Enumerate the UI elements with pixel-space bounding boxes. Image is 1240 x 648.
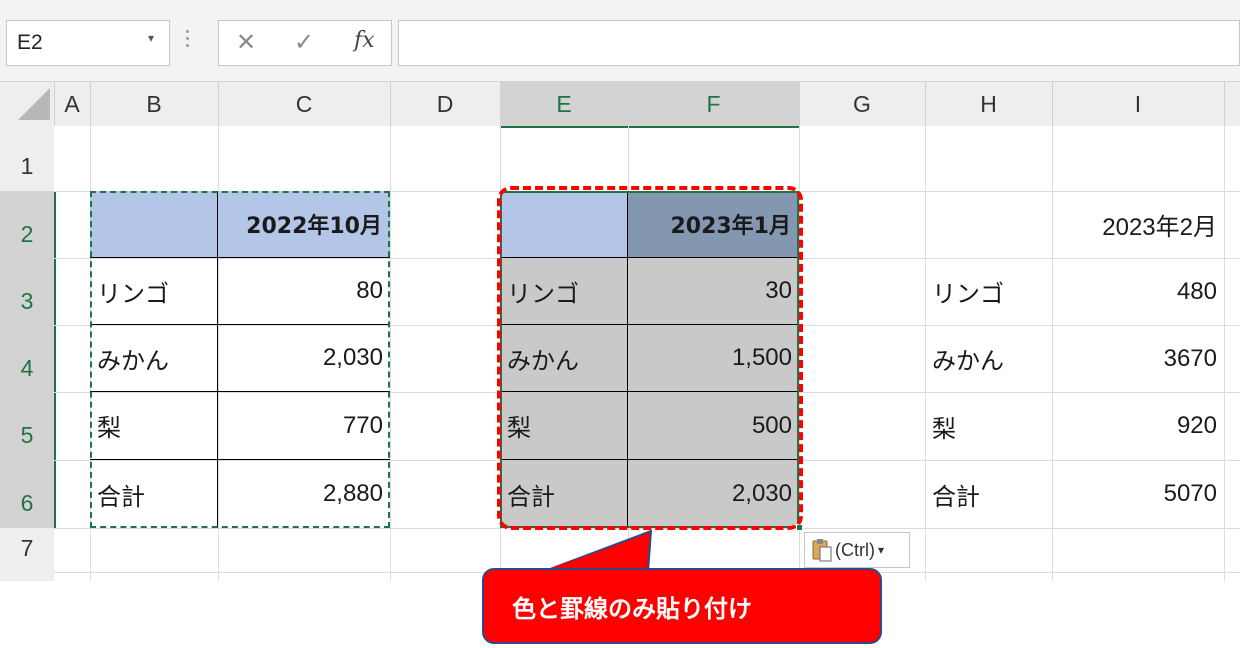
cell-i5[interactable]: 920: [1052, 392, 1224, 460]
name-box[interactable]: E2: [6, 20, 170, 66]
chevron-down-icon[interactable]: ▾: [148, 31, 154, 45]
row-header-1[interactable]: 1: [0, 126, 54, 192]
copy-marquee: [90, 191, 390, 528]
enter-icon[interactable]: ✓: [294, 28, 314, 56]
cell-i4[interactable]: 3670: [1052, 325, 1224, 392]
row-header-7[interactable]: 7: [0, 528, 54, 573]
column-headers: A B C D E F G H I: [0, 82, 1240, 128]
cell-h5[interactable]: 梨: [925, 392, 1052, 460]
cell-i2[interactable]: 2023年2月: [1052, 191, 1224, 258]
formula-input[interactable]: [398, 20, 1240, 66]
callout-pointer: [541, 530, 653, 572]
column-header-g[interactable]: G: [799, 82, 926, 126]
column-header-a[interactable]: A: [54, 82, 91, 126]
column-header-h[interactable]: H: [925, 82, 1053, 126]
callout-box: 色と罫線のみ貼り付け: [482, 568, 882, 644]
row-header-4[interactable]: 4: [0, 325, 56, 393]
highlight-frame: [497, 186, 803, 530]
callout-text: 色と罫線のみ貼り付け: [512, 594, 752, 623]
cell-h3[interactable]: リンゴ: [925, 258, 1052, 325]
row-header-6[interactable]: 6: [0, 460, 56, 529]
cell-h4[interactable]: みかん: [925, 325, 1052, 392]
cancel-icon[interactable]: ✕: [236, 28, 256, 56]
column-header-c[interactable]: C: [218, 82, 391, 126]
column-header-b[interactable]: B: [90, 82, 219, 126]
cell-i3[interactable]: 480: [1052, 258, 1224, 325]
row-header-5[interactable]: 5: [0, 392, 56, 461]
clipboard-icon: [812, 539, 832, 562]
paste-options-label: (Ctrl): [835, 539, 875, 560]
insert-function-icon[interactable]: fx: [354, 28, 375, 53]
grip-icon[interactable]: [186, 28, 190, 50]
paste-options-button[interactable]: (Ctrl) ▾: [804, 532, 910, 568]
row-header-2[interactable]: 2: [0, 191, 56, 259]
column-header-e[interactable]: E: [500, 82, 629, 128]
select-all-triangle-icon: [18, 88, 50, 120]
cell-h6[interactable]: 合計: [925, 460, 1052, 528]
row-header-3[interactable]: 3: [0, 258, 56, 326]
cell-i6[interactable]: 5070: [1052, 460, 1224, 528]
column-header-f[interactable]: F: [628, 82, 800, 128]
chevron-down-icon: ▾: [877, 543, 885, 557]
column-header-d[interactable]: D: [390, 82, 501, 126]
column-header-i[interactable]: I: [1052, 82, 1225, 126]
